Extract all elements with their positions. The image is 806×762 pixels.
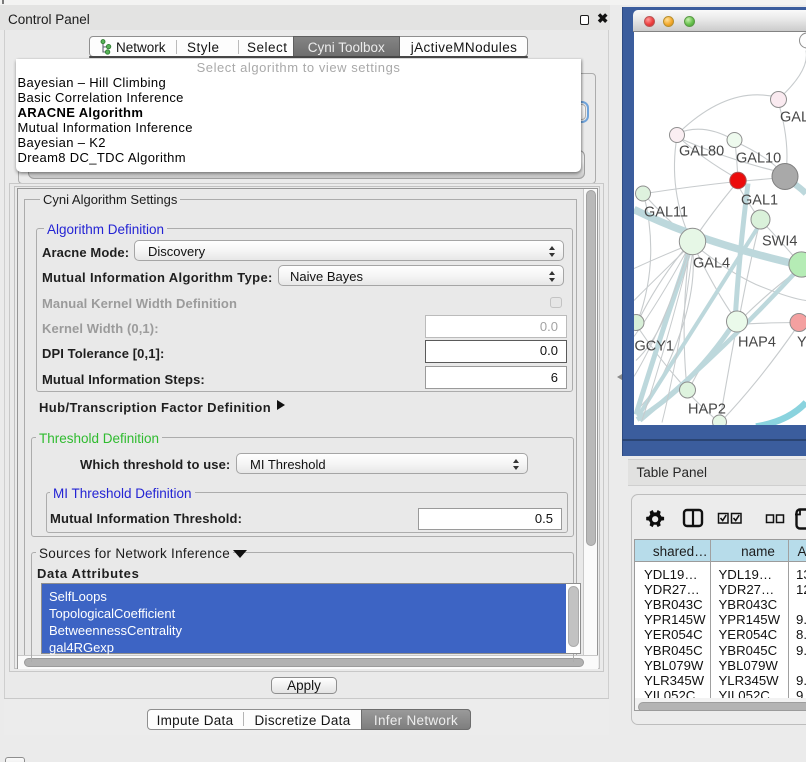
svg-text:GAL1: GAL1 <box>741 192 778 208</box>
svg-text:SWI4: SWI4 <box>762 233 797 249</box>
svg-text:YJ: YJ <box>797 334 806 350</box>
svg-text:GAL4: GAL4 <box>693 255 730 271</box>
svg-text:GAL80: GAL80 <box>679 143 724 159</box>
svg-text:GCY1: GCY1 <box>635 338 675 354</box>
svg-text:GAL11: GAL11 <box>644 204 688 220</box>
svg-text:HAP4: HAP4 <box>738 334 776 350</box>
svg-text:HAP2: HAP2 <box>688 401 726 417</box>
svg-text:GAL10: GAL10 <box>736 150 781 166</box>
svg-text:GAL2: GAL2 <box>780 109 806 125</box>
